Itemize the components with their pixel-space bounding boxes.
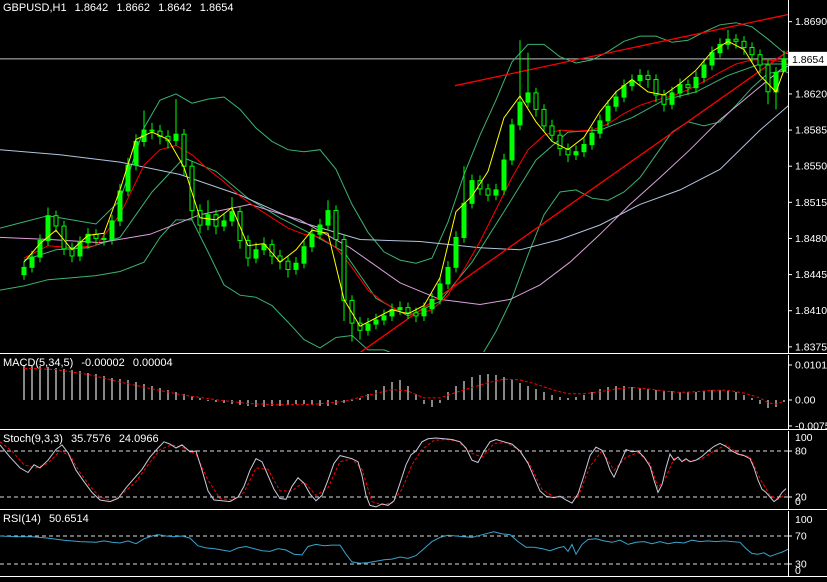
svg-text:1.8585: 1.8585 [795,125,827,137]
rsi-label: RSI(14) 50.6514 [3,513,94,526]
rsi-canvas[interactable]: 10070300 [0,511,827,576]
svg-text:1.8690: 1.8690 [795,16,827,28]
stoch-d-value: 24.0966 [118,433,159,445]
macd-indicator-panel[interactable]: 0.01012 0.00 -0.0075 MACD(5,34,5) -0.00002… [0,355,827,430]
svg-text:1.8550: 1.8550 [795,161,827,173]
ohlc-close: 1.8654 [199,2,234,14]
price-chart-panel[interactable]: 1.8690 1.8620 1.8585 1.8550 1.8515 1.8480 1.84… [0,0,827,354]
svg-text:1.8654: 1.8654 [792,54,824,66]
macd-value: -0.00002 [81,357,125,369]
svg-text:1.8515: 1.8515 [795,197,827,209]
svg-text:70: 70 [795,531,807,543]
svg-text:1.8620: 1.8620 [795,88,827,100]
stochastic-label: Stoch(9,3,3) 35.7576 24.0966 [3,433,164,446]
stoch-indicator-name: Stoch(9,3,3) [3,433,63,445]
svg-text:0.00: 0.00 [795,395,816,407]
svg-text:1.8445: 1.8445 [795,269,827,281]
svg-text:0.01012: 0.01012 [795,359,827,371]
rsi-indicator-panel[interactable]: 100 70 30 0 RSI(14) 50.6514 [0,511,827,577]
svg-text:1.8410: 1.8410 [795,305,827,317]
svg-text:1.8375: 1.8375 [795,341,827,353]
svg-text:0: 0 [795,496,801,508]
svg-text:100: 100 [795,432,813,444]
ohlc-open: 1.8642 [74,2,109,14]
ohlc-low: 1.8642 [158,2,192,14]
macd-label: MACD(5,34,5) -0.00002 0.00004 [3,357,178,370]
stoch-k-value: 35.7576 [70,433,111,445]
chart-window: 1.8690 1.8620 1.8585 1.8550 1.8515 1.8480 1.84… [0,0,827,582]
svg-text:80: 80 [795,446,807,458]
rsi-indicator-name: RSI(14) [3,513,41,525]
svg-text:0: 0 [795,565,801,576]
chart-ohlc-label: GBPUSD,H1 1.8642 1.8662 1.8642 1.8654 [3,2,238,15]
svg-text:1.8480: 1.8480 [795,233,827,245]
macd-indicator-name: MACD(5,34,5) [3,357,74,369]
stochastic-indicator-panel[interactable]: 100 80 20 0 Stoch(9,3,3) 35.7576 24.0966 [0,431,827,510]
svg-text:-0.0075: -0.0075 [795,420,827,429]
macd-signal-value: 0.00004 [132,357,173,369]
rsi-value: 50.6514 [48,513,89,525]
svg-text:100: 100 [795,514,813,526]
symbol-timeframe: GBPUSD,H1 [3,2,67,14]
price-chart-canvas[interactable]: 1.8690 1.8620 1.8585 1.8550 1.8515 1.8480 1.84… [0,0,827,353]
ohlc-high: 1.8662 [116,2,151,14]
